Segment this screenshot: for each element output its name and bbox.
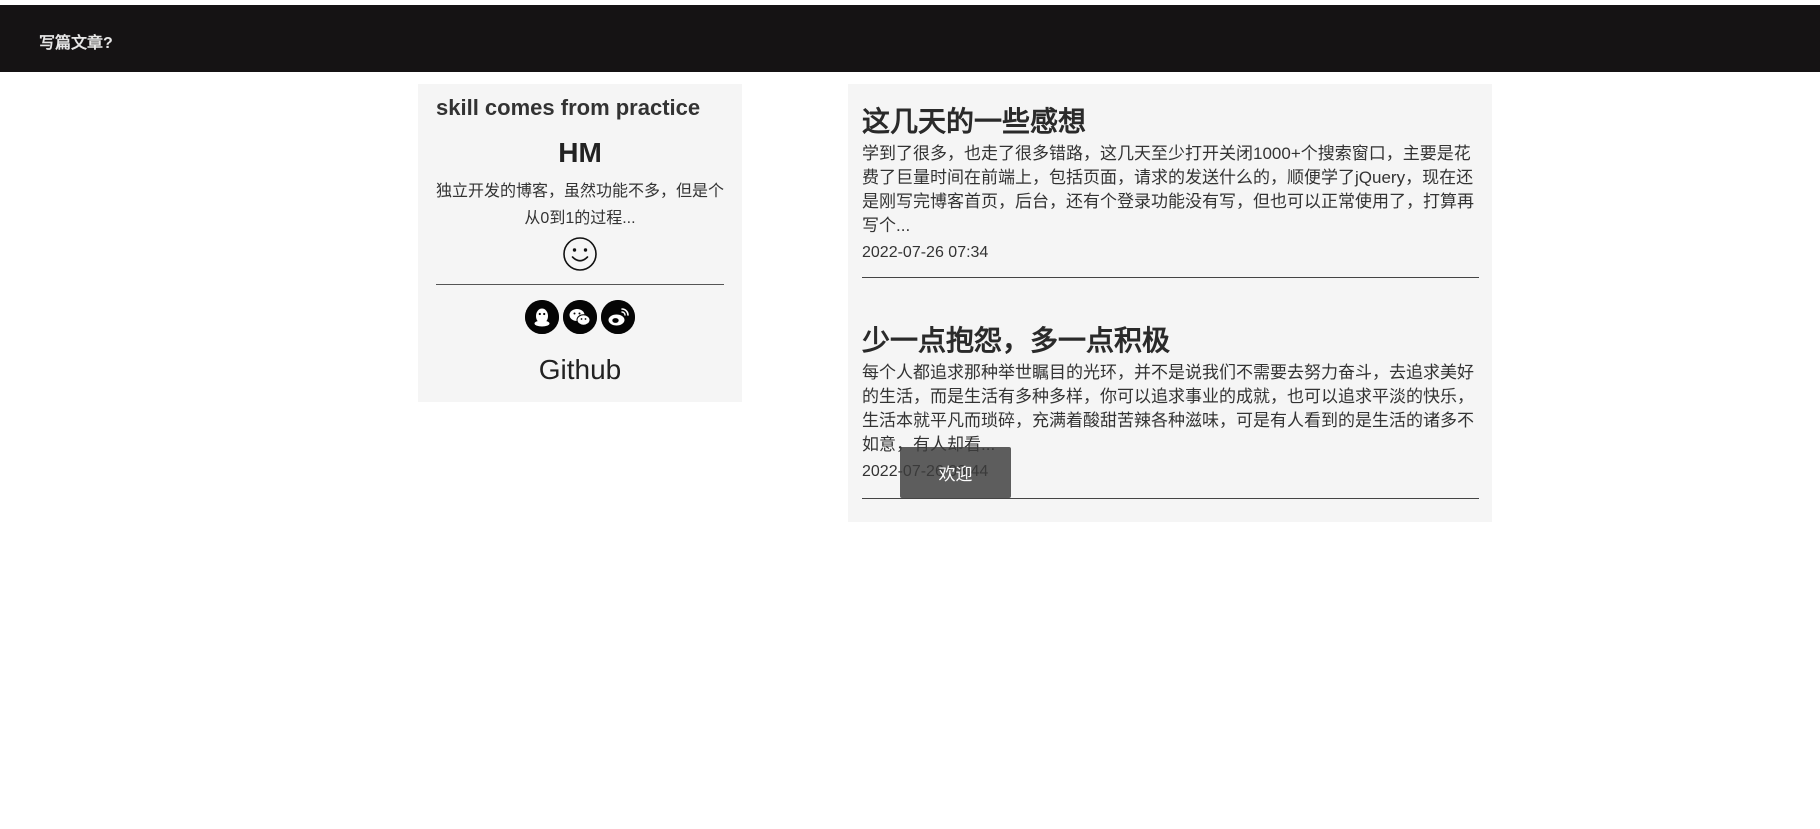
navbar: 写篇文章? <box>0 5 1820 72</box>
article-item: 这几天的一些感想 学到了很多，也走了很多错路，这几天至少打开关闭1000+个搜索… <box>862 84 1479 279</box>
article-summary: 学到了很多，也走了很多错路，这几天至少打开关闭1000+个搜索窗口，主要是花费了… <box>862 144 1474 235</box>
article-summary: 每个人都追求那种举世瞩目的光环，并不是说我们不需要去努力奋斗，去追求美好的生活，… <box>862 363 1474 454</box>
weibo-icon[interactable] <box>601 300 635 334</box>
profile-card: skill comes from practice HM 独立开发的博客，虽然功… <box>418 84 742 402</box>
smiley-face-icon <box>562 236 598 272</box>
profile-motto: skill comes from practice <box>436 95 701 120</box>
qq-icon[interactable] <box>525 300 559 334</box>
article-divider <box>862 277 1479 278</box>
welcome-toast: 欢迎 <box>900 447 1011 498</box>
article-divider <box>862 498 1479 499</box>
article-date: 2022-07-26 07:34 <box>862 244 989 261</box>
write-article-link[interactable]: 写篇文章? <box>39 29 113 53</box>
social-links <box>418 300 742 334</box>
profile-name: HM <box>558 137 602 168</box>
article-title[interactable]: 这几天的一些感想 <box>862 100 1086 140</box>
profile-description: 独立开发的博客，虽然功能不多，但是个从0到1的过程... <box>436 183 725 227</box>
github-link[interactable]: Github <box>418 354 742 386</box>
wechat-icon[interactable] <box>563 300 597 334</box>
profile-divider <box>436 284 724 285</box>
article-title[interactable]: 少一点抱怨，多一点积极 <box>862 319 1170 359</box>
